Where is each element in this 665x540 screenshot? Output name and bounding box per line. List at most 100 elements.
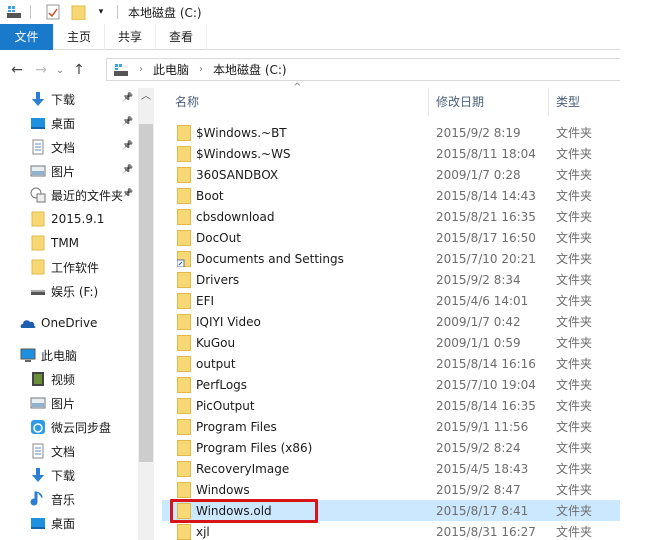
tab-file[interactable]: 文件 [0, 24, 54, 50]
properties-icon[interactable] [45, 4, 61, 20]
nav-item[interactable]: 此电脑 [20, 344, 77, 366]
file-date: 2015/9/2 8:47 [436, 482, 521, 497]
customize-dropdown-icon[interactable]: ▾ [93, 4, 109, 20]
file-type: 文件夹 [556, 273, 593, 287]
nav-item[interactable]: TMM [30, 232, 79, 254]
nav-item[interactable]: 图片 [30, 160, 75, 182]
file-type: 文件夹 [556, 462, 593, 476]
nav-item-label: 桌面 [51, 116, 76, 131]
tab-view[interactable]: 查看 [156, 24, 208, 50]
column-divider[interactable] [428, 88, 429, 116]
forward-button[interactable]: → [30, 59, 52, 81]
file-list: $Windows.~BT 2015/9/2 8:19 文件夹 $Windows.~WS… [162, 122, 620, 540]
nav-item[interactable]: 视频 [30, 368, 75, 390]
nav-item-label: 下载 [51, 468, 76, 483]
column-type[interactable]: 类型 [556, 88, 580, 116]
file-date: 2015/4/5 18:43 [436, 461, 529, 476]
file-type: 文件夹 [556, 483, 593, 497]
file-row[interactable]: EFI 2015/4/6 14:01 文件夹 [162, 290, 620, 311]
file-name: 360SANDBOX [196, 167, 279, 182]
nav-item[interactable]: 2015.9.1 [30, 208, 104, 230]
file-date: 2009/1/1 0:59 [436, 335, 521, 350]
file-type: 文件夹 [556, 504, 593, 518]
nav-item[interactable]: 音乐 [30, 488, 75, 510]
file-type: 文件夹 [556, 252, 593, 266]
file-name: PerfLogs [196, 377, 248, 392]
nav-item[interactable]: 最近的文件夹 [30, 184, 123, 206]
breadcrumb-local-disk[interactable]: 本地磁盘 (C:) [213, 61, 287, 78]
file-row[interactable]: DocOut 2015/8/17 16:50 文件夹 [162, 227, 620, 248]
scroll-up-icon[interactable]: ︿ [138, 88, 154, 104]
file-row[interactable]: 360SANDBOX 2009/1/7 0:28 文件夹 [162, 164, 620, 185]
file-row[interactable]: KuGou 2009/1/1 0:59 文件夹 [162, 332, 620, 353]
recent-locations-button[interactable]: ⌄ [52, 59, 68, 81]
file-row[interactable]: Documents and Settings 2015/7/10 20:21 文件夹 [162, 248, 620, 269]
file-row[interactable]: Program Files (x86) 2015/9/2 8:24 文件夹 [162, 437, 620, 458]
nav-item[interactable]: 文档 [30, 440, 75, 462]
column-divider[interactable] [548, 88, 549, 116]
separator [117, 5, 118, 19]
nav-item[interactable]: 下载 [30, 464, 75, 486]
pin-icon[interactable]: 📌 [122, 117, 133, 127]
address-bar[interactable]: › 此电脑 › 本地磁盘 (C:) [106, 58, 620, 81]
nav-item[interactable]: 图片 [30, 392, 75, 414]
desktop-icon [30, 515, 46, 531]
new-folder-icon[interactable] [71, 4, 87, 21]
up-button[interactable]: ↑ [68, 59, 90, 81]
folder-icon [177, 188, 191, 204]
file-row[interactable]: Program Files 2015/9/1 11:56 文件夹 [162, 416, 620, 437]
tab-home[interactable]: 主页 [54, 24, 106, 50]
file-name: Program Files (x86) [196, 440, 313, 455]
nav-item[interactable]: 文档 [30, 136, 75, 158]
pin-icon[interactable]: 📌 [122, 165, 133, 175]
nav-item-label: 文档 [51, 140, 76, 155]
pin-icon[interactable]: 📌 [122, 189, 133, 199]
folder-icon [177, 419, 191, 435]
file-type: 文件夹 [556, 147, 593, 161]
file-row[interactable]: RecoveryImage 2015/4/5 18:43 文件夹 [162, 458, 620, 479]
nav-item[interactable]: 微云同步盘 [30, 416, 111, 438]
file-row[interactable]: Boot 2015/8/14 14:43 文件夹 [162, 185, 620, 206]
nav-item[interactable]: OneDrive [20, 312, 97, 334]
breadcrumb-chevron-icon[interactable]: › [199, 64, 203, 75]
file-row[interactable]: PicOutput 2015/8/14 16:35 文件夹 [162, 395, 620, 416]
column-date[interactable]: 修改日期 [436, 88, 484, 116]
nav-scrollbar[interactable]: ︿ [138, 88, 154, 540]
breadcrumb-chevron-icon[interactable]: › [139, 64, 143, 75]
pin-icon[interactable]: 📌 [122, 93, 133, 103]
file-row[interactable]: Drivers 2015/9/2 8:34 文件夹 [162, 269, 620, 290]
file-row[interactable]: Windows 2015/9/2 8:47 文件夹 [162, 479, 620, 500]
nav-item[interactable]: 娱乐 (F:) [30, 280, 98, 302]
column-name[interactable]: 名称 [175, 88, 199, 116]
nav-item[interactable]: 桌面 [30, 512, 75, 534]
file-type: 文件夹 [556, 357, 593, 371]
breadcrumb-this-pc[interactable]: 此电脑 [153, 61, 189, 78]
file-row[interactable]: IQIYI Video 2009/1/7 0:42 文件夹 [162, 311, 620, 332]
nav-item[interactable]: 桌面 [30, 112, 75, 134]
file-row[interactable]: PerfLogs 2015/7/10 19:04 文件夹 [162, 374, 620, 395]
file-row[interactable]: output 2015/8/14 16:16 文件夹 [162, 353, 620, 374]
pictures-icon [30, 163, 46, 179]
file-row[interactable]: $Windows.~BT 2015/9/2 8:19 文件夹 [162, 122, 620, 143]
file-date: 2015/9/2 8:34 [436, 272, 521, 287]
pin-icon[interactable]: 📌 [122, 141, 133, 151]
back-button[interactable]: ← [6, 59, 28, 81]
pictures-icon [30, 395, 46, 411]
file-date: 2015/7/10 19:04 [436, 377, 536, 392]
file-date: 2015/8/31 16:27 [436, 524, 536, 539]
tab-share[interactable]: 共享 [105, 24, 157, 50]
file-row[interactable]: $Windows.~WS 2015/8/11 18:04 文件夹 [162, 143, 620, 164]
forward-arrow-icon: → [35, 62, 47, 78]
file-row[interactable]: xjl 2015/8/31 16:27 文件夹 [162, 521, 620, 540]
drive-icon[interactable] [6, 4, 22, 20]
nav-item[interactable]: 下载 [30, 88, 75, 110]
scrollbar-thumb[interactable] [139, 124, 153, 462]
file-row[interactable]: cbsdownload 2015/8/21 16:35 文件夹 [162, 206, 620, 227]
nav-item-label: 娱乐 (F:) [51, 284, 99, 299]
file-date: 2015/8/11 18:04 [436, 146, 536, 161]
nav-item[interactable]: 工作软件 [30, 256, 99, 278]
file-type: 文件夹 [556, 525, 593, 539]
file-name: DocOut [196, 230, 241, 245]
annotation-highlight [170, 499, 318, 523]
folder-icon [30, 211, 46, 227]
